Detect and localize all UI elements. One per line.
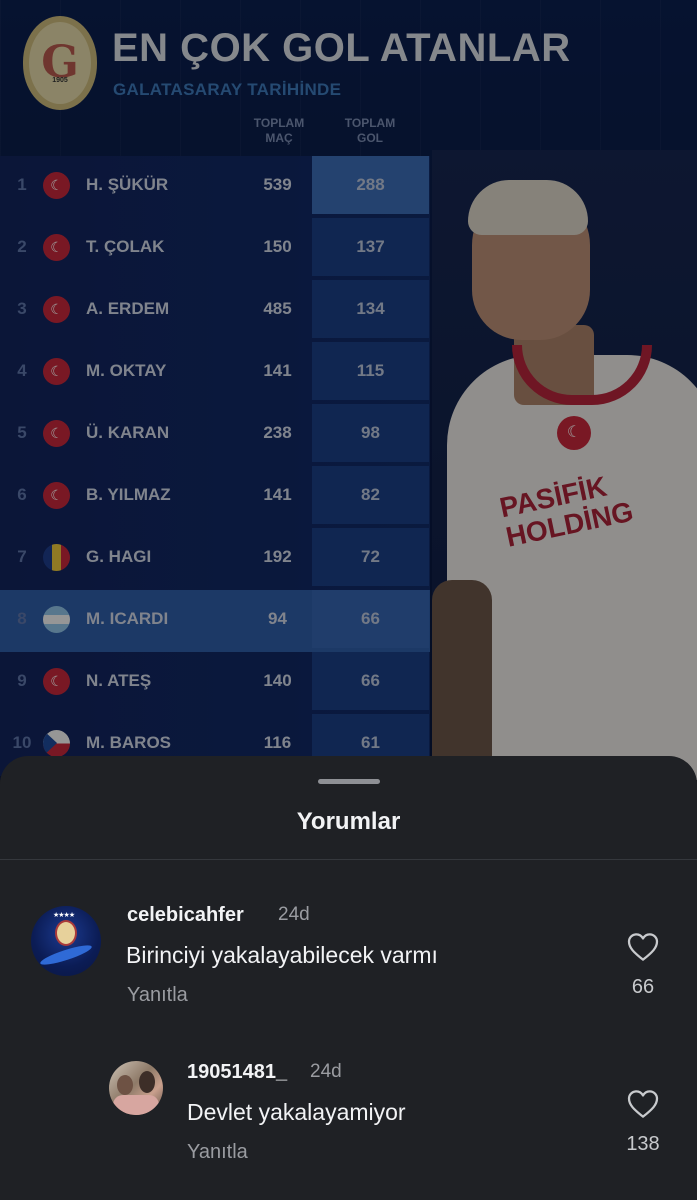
like-button[interactable]: 66 [623,932,663,999]
comment-time: 24d [278,904,310,925]
comment-text: Birinciyi yakalayabilecek varmı [126,942,438,968]
like-button[interactable]: 138 [623,1089,663,1156]
reply-button[interactable]: Yanıtla [187,1141,248,1164]
sheet-divider [0,859,697,860]
drag-handle[interactable] [318,779,380,784]
comment-username[interactable]: celebicahfer [127,904,244,927]
sheet-title: Yorumlar [296,808,401,835]
avatar[interactable] [109,1061,163,1115]
overlay-dim[interactable] [0,0,697,780]
avatar[interactable]: ★★★★ [31,906,101,976]
like-count: 66 [631,976,655,998]
comments-sheet: Yorumlar ★★★★ celebicahfer 24d Birinciyi… [0,756,697,1200]
comment-time: 24d [310,1061,342,1082]
comment-username[interactable]: 19051481_ [187,1061,287,1084]
heart-outline-icon[interactable] [627,932,659,962]
reply-button[interactable]: Yanıtla [127,984,188,1007]
like-count: 138 [626,1133,660,1155]
heart-outline-icon[interactable] [627,1089,659,1119]
comment-text: Devlet yakalayamiyor [187,1099,406,1125]
